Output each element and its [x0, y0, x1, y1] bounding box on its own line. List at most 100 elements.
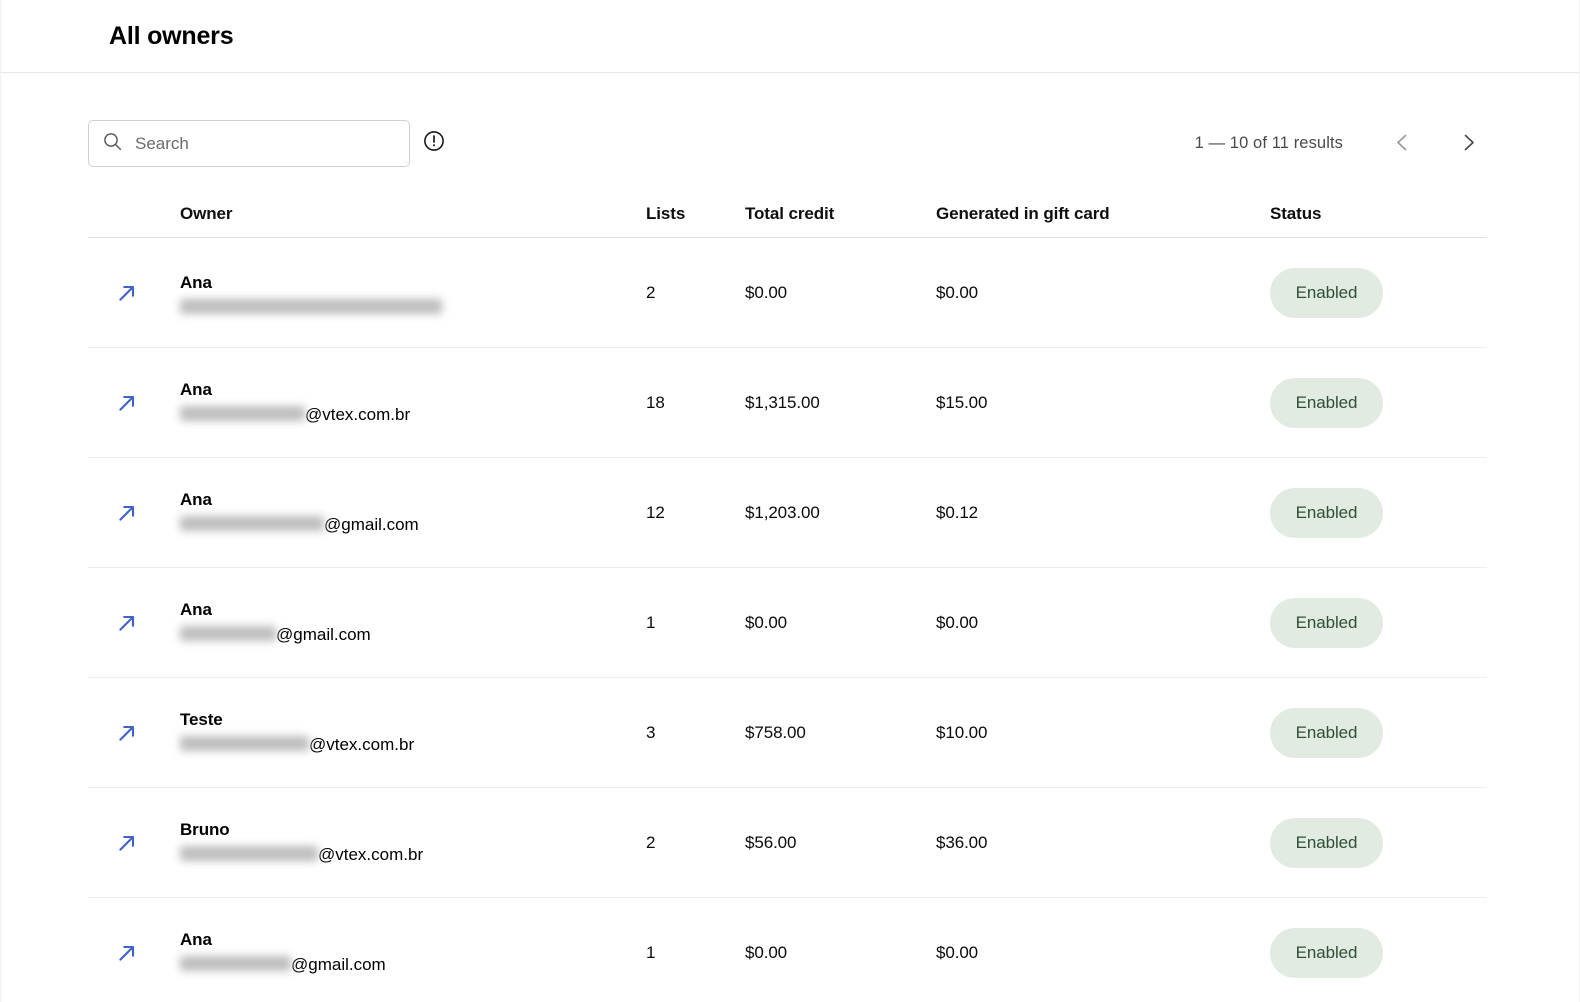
redacted-email-local-part — [180, 846, 318, 861]
header-cell-status: Status — [1270, 204, 1487, 224]
arrow-up-right-icon[interactable] — [110, 936, 144, 970]
header-cell-lists: Lists — [646, 204, 745, 224]
status-cell: Enabled — [1270, 488, 1487, 538]
table-row[interactable]: Ana 2$0.00$0.00Enabled — [88, 238, 1487, 348]
credit-cell: $1,315.00 — [745, 393, 936, 413]
status-cell: Enabled — [1270, 268, 1487, 318]
owner-email: @vtex.com.br — [180, 734, 646, 756]
status-cell: Enabled — [1270, 708, 1487, 758]
chevron-left-icon — [1391, 131, 1414, 157]
status-badge: Enabled — [1270, 928, 1383, 978]
email-domain: @gmail.com — [291, 954, 386, 976]
table-body: Ana 2$0.00$0.00EnabledAna @vtex.com.br18… — [88, 238, 1487, 1002]
owner-cell: Ana @gmail.com — [180, 599, 646, 645]
search-icon — [103, 132, 122, 156]
table-row[interactable]: Ana @gmail.com1$0.00$0.00Enabled — [88, 898, 1487, 1002]
page-title: All owners — [109, 24, 233, 49]
table-row[interactable]: Teste @vtex.com.br3$758.00$10.00Enabled — [88, 678, 1487, 788]
credit-cell: $56.00 — [745, 833, 936, 853]
status-badge: Enabled — [1270, 488, 1383, 538]
results-count: 1 — 10 of 11 results — [1195, 134, 1343, 153]
row-action-cell — [88, 386, 180, 420]
row-action-cell — [88, 936, 180, 970]
gift-cell: $0.00 — [936, 613, 1270, 633]
owner-name: Ana — [180, 599, 646, 620]
chevron-right-icon — [1457, 131, 1480, 157]
search-area — [88, 120, 445, 167]
status-cell: Enabled — [1270, 818, 1487, 868]
credit-cell: $0.00 — [745, 613, 936, 633]
page-header: All owners — [1, 0, 1579, 73]
owners-table: Owner Lists Total credit Generated in gi… — [1, 190, 1579, 1002]
row-action-cell — [88, 606, 180, 640]
status-cell: Enabled — [1270, 598, 1487, 648]
owner-email: @gmail.com — [180, 514, 646, 536]
lists-cell: 1 — [646, 943, 745, 963]
lists-cell: 2 — [646, 833, 745, 853]
gift-cell: $36.00 — [936, 833, 1270, 853]
owner-name: Ana — [180, 272, 646, 293]
owner-email: @gmail.com — [180, 954, 646, 976]
header-cell-credit: Total credit — [745, 204, 936, 224]
status-badge: Enabled — [1270, 818, 1383, 868]
owner-cell: Ana — [180, 272, 646, 312]
owner-name: Teste — [180, 709, 646, 730]
credit-cell: $0.00 — [745, 283, 936, 303]
owner-cell: Ana @gmail.com — [180, 929, 646, 975]
gift-cell: $10.00 — [936, 723, 1270, 743]
table-header-row: Owner Lists Total credit Generated in gi… — [88, 190, 1487, 238]
owner-email — [180, 297, 646, 313]
email-domain: @gmail.com — [324, 514, 419, 536]
status-badge: Enabled — [1270, 268, 1383, 318]
lists-cell: 18 — [646, 393, 745, 413]
row-action-cell — [88, 716, 180, 750]
row-action-cell — [88, 496, 180, 530]
gift-cell: $15.00 — [936, 393, 1270, 413]
redacted-email-local-part — [180, 956, 291, 971]
arrow-up-right-icon[interactable] — [110, 826, 144, 860]
previous-page-button[interactable] — [1383, 125, 1421, 163]
lists-cell: 3 — [646, 723, 745, 743]
redacted-email-local-part — [180, 406, 305, 421]
email-domain: @vtex.com.br — [318, 844, 423, 866]
arrow-up-right-icon[interactable] — [110, 606, 144, 640]
owner-cell: Ana @vtex.com.br — [180, 379, 646, 425]
owner-name: Ana — [180, 929, 646, 950]
header-cell-owner: Owner — [180, 204, 646, 224]
lists-cell: 2 — [646, 283, 745, 303]
search-box[interactable] — [88, 120, 410, 167]
row-action-cell — [88, 276, 180, 310]
pagination: 1 — 10 of 11 results — [1195, 125, 1487, 163]
toolbar: 1 — 10 of 11 results — [1, 120, 1579, 167]
gift-cell: $0.00 — [936, 283, 1270, 303]
table-row[interactable]: Ana @gmail.com1$0.00$0.00Enabled — [88, 568, 1487, 678]
owner-cell: Ana @gmail.com — [180, 489, 646, 535]
owner-email: @vtex.com.br — [180, 844, 646, 866]
arrow-up-right-icon[interactable] — [110, 496, 144, 530]
search-input[interactable] — [135, 134, 395, 154]
exclamation-circle-icon[interactable] — [423, 130, 445, 157]
owner-cell: Bruno @vtex.com.br — [180, 819, 646, 865]
redacted-email-local-part — [180, 626, 276, 641]
table-row[interactable]: Ana @vtex.com.br18$1,315.00$15.00Enabled — [88, 348, 1487, 458]
arrow-up-right-icon[interactable] — [110, 716, 144, 750]
email-domain: @gmail.com — [276, 624, 371, 646]
status-badge: Enabled — [1270, 708, 1383, 758]
table-row[interactable]: Ana @gmail.com12$1,203.00$0.12Enabled — [88, 458, 1487, 568]
owner-name: Bruno — [180, 819, 646, 840]
arrow-up-right-icon[interactable] — [110, 276, 144, 310]
credit-cell: $758.00 — [745, 723, 936, 743]
status-cell: Enabled — [1270, 378, 1487, 428]
arrow-up-right-icon[interactable] — [110, 386, 144, 420]
owner-name: Ana — [180, 489, 646, 510]
lists-cell: 12 — [646, 503, 745, 523]
email-domain: @vtex.com.br — [305, 404, 410, 426]
credit-cell: $0.00 — [745, 943, 936, 963]
table-row[interactable]: Bruno @vtex.com.br2$56.00$36.00Enabled — [88, 788, 1487, 898]
credit-cell: $1,203.00 — [745, 503, 936, 523]
header-cell-gift: Generated in gift card — [936, 204, 1270, 224]
status-badge: Enabled — [1270, 378, 1383, 428]
next-page-button[interactable] — [1449, 125, 1487, 163]
lists-cell: 1 — [646, 613, 745, 633]
page-viewport: All owners 1 — [0, 0, 1580, 1002]
